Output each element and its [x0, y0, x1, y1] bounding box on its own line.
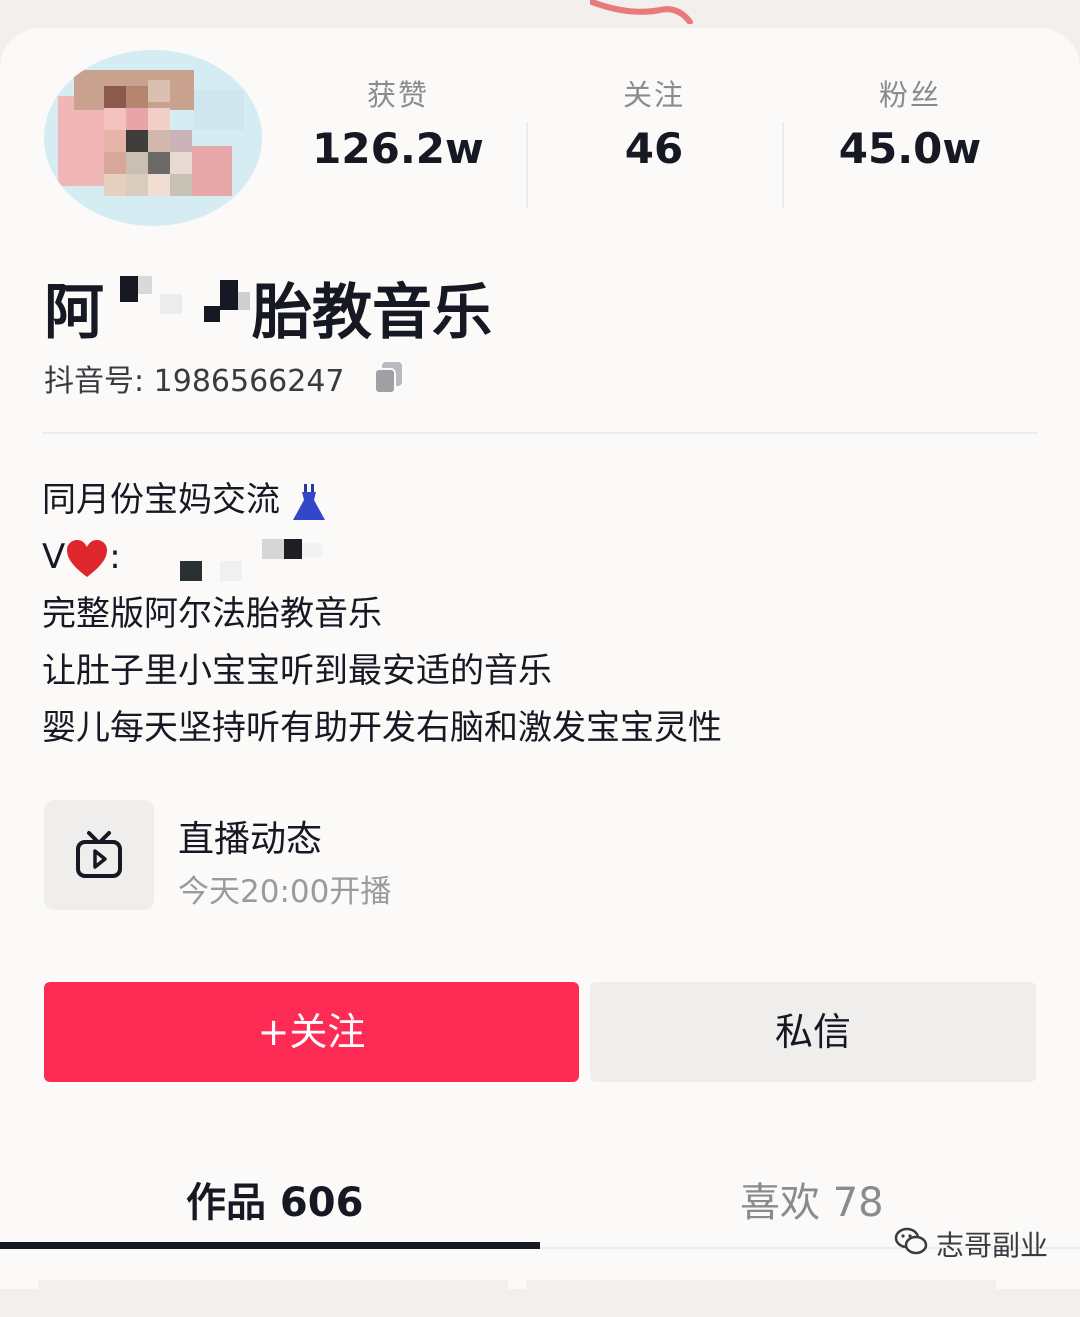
stat-followers[interactable]: 粉丝 45.0w — [782, 72, 1038, 173]
contact-censor-mosaic — [180, 539, 322, 581]
profile-name-start: 阿 — [44, 278, 104, 348]
live-schedule: 今天20:00开播 — [178, 874, 392, 910]
live-icon-box — [44, 800, 154, 910]
stats-bar: 获赞 126.2w 关注 46 粉丝 45.0w — [270, 72, 1080, 208]
video-thumbnail[interactable] — [38, 1280, 508, 1317]
tab-works[interactable]: 作品 606 — [186, 1170, 363, 1228]
tv-live-icon — [76, 831, 122, 878]
avatar[interactable] — [44, 50, 262, 226]
stat-likes[interactable]: 获赞 126.2w — [270, 72, 526, 173]
profile-card: 获赞 126.2w 关注 46 粉丝 45.0w 阿 胎教音乐 抖音号: 198… — [0, 28, 1080, 1317]
section-divider — [42, 432, 1038, 434]
stat-likes-value: 126.2w — [312, 124, 484, 173]
bio-line: 同月份宝妈交流 — [42, 472, 1042, 529]
tab-likes[interactable]: 喜欢 78 — [740, 1170, 884, 1228]
message-button[interactable]: 私信 — [590, 982, 1036, 1082]
stat-following-label: 关注 — [622, 78, 685, 112]
bio-contact-prefix: V — [42, 537, 66, 577]
stat-followers-value: 45.0w — [838, 124, 982, 173]
stat-following[interactable]: 关注 46 — [526, 72, 782, 173]
bio-line: 让肚子里小宝宝听到最安适的音乐 — [42, 651, 552, 691]
stat-likes-label: 获赞 — [366, 78, 429, 112]
stat-followers-label: 粉丝 — [878, 78, 941, 112]
stat-following-value: 46 — [624, 124, 684, 173]
copy-icon[interactable] — [372, 360, 406, 394]
watermark-text: 志哥副业 — [936, 1229, 1049, 1262]
bio-line: 婴儿每天坚持听有助开发右脑和激发宝宝灵性 — [42, 708, 722, 748]
bio-contact-colon: : — [109, 537, 121, 577]
bio-line-text: 同月份宝妈交流 — [42, 480, 280, 520]
wechat-icon — [894, 1227, 928, 1255]
live-status-card[interactable]: 直播动态 今天20:00开播 — [44, 800, 644, 912]
name-censor-mosaic — [120, 276, 250, 322]
bio-line-contact: V : — [42, 529, 1042, 586]
bio: 同月份宝妈交流 V : 完整版阿尔法胎教音乐 让肚子里小宝宝听到最安适的音乐 婴… — [42, 472, 1042, 757]
video-thumbnail[interactable] — [526, 1280, 996, 1317]
active-tab-indicator — [0, 1242, 540, 1249]
dress-icon — [292, 483, 325, 520]
top-scribble-decoration — [590, 0, 693, 24]
follow-button[interactable]: +关注 — [44, 982, 579, 1082]
live-title: 直播动态 — [178, 819, 323, 860]
avatar-mosaic-image — [44, 50, 262, 226]
douyin-id: 抖音号: 1986566247 — [44, 364, 345, 399]
red-heart-icon — [67, 539, 108, 577]
bio-line: 完整版阿尔法胎教音乐 — [42, 594, 382, 634]
profile-name-end: 胎教音乐 — [252, 278, 492, 348]
